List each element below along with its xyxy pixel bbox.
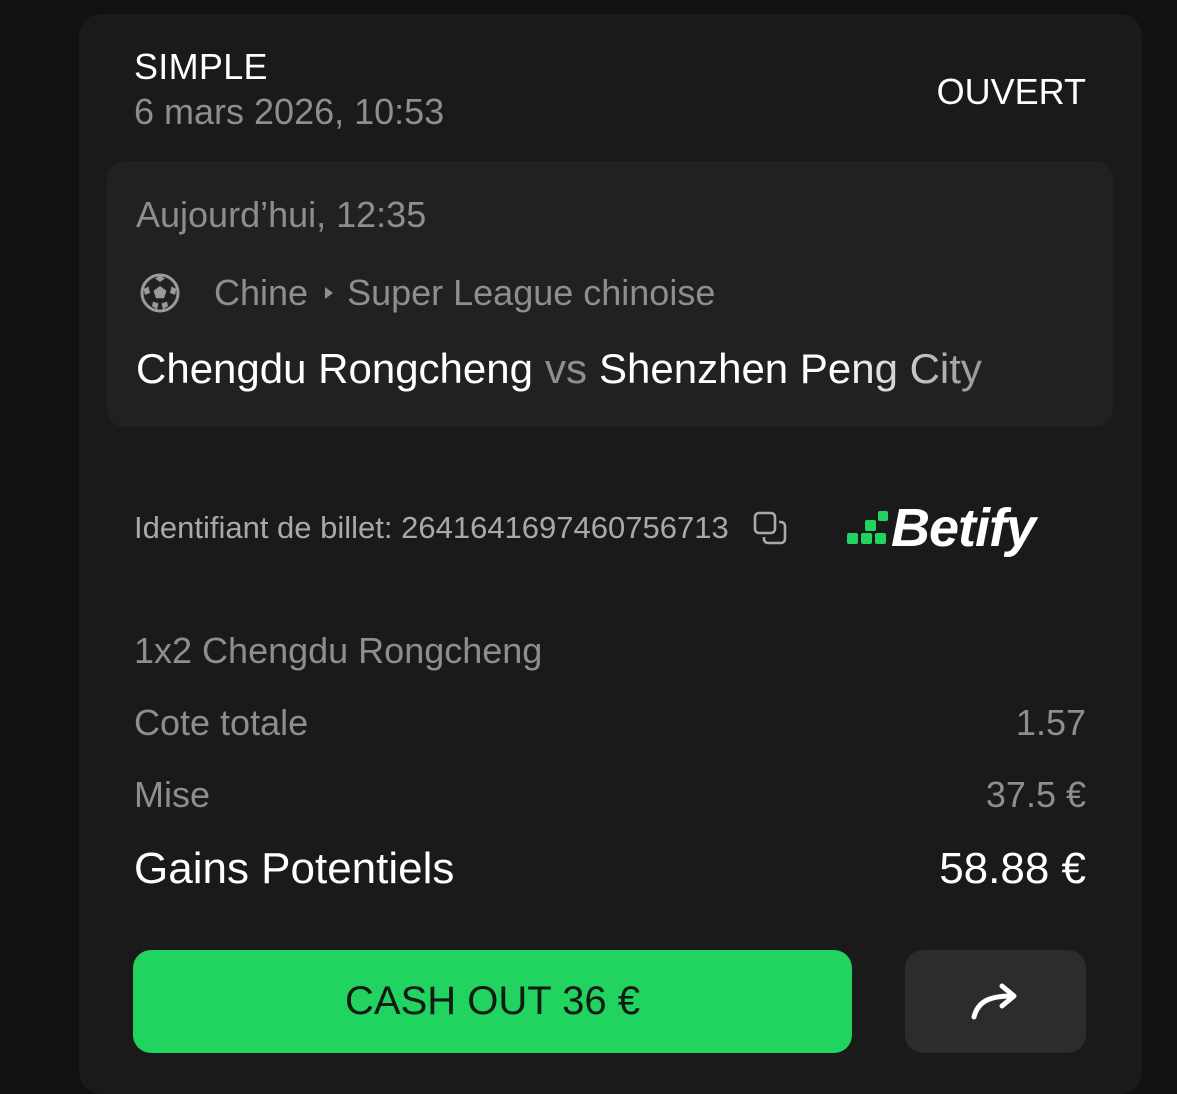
ticket-id-row: Identifiant de billet: 26416416974607567… <box>134 506 789 550</box>
league-country: Chine <box>214 272 309 313</box>
away-team: Shenzhen Peng City <box>599 345 982 392</box>
event-time: Aujourd’hui, 12:35 <box>136 194 427 235</box>
betify-logo-text: Betify <box>891 498 1036 558</box>
league-breadcrumb: Chine Super League chinoise <box>139 271 715 315</box>
match-title: Chengdu Rongcheng vs Shenzhen Peng City <box>136 345 1036 393</box>
event-box[interactable]: Aujourd’hui, 12:35 Chine Super League ch… <box>107 161 1113 427</box>
ticket-id: Identifiant de billet: 26416416974607567… <box>134 510 729 545</box>
stake-row: Mise 37.5 € <box>134 774 1086 816</box>
total-odds-label: Cote totale <box>134 702 309 743</box>
betify-logo-mark-icon <box>847 511 888 544</box>
bet-type: SIMPLE <box>134 46 268 87</box>
bet-status: OUVERT <box>936 71 1086 112</box>
selection-label: 1x2 Chengdu Rongcheng <box>134 630 543 671</box>
total-odds-row: Cote totale 1.57 <box>134 702 1086 744</box>
league-name: Super League chinoise <box>347 272 716 313</box>
share-arrow-icon <box>971 983 1016 1019</box>
stake-label: Mise <box>134 774 211 815</box>
cash-out-button[interactable]: CASH OUT 36 € <box>133 950 852 1053</box>
potential-gains-value: 58.88 € <box>939 844 1086 893</box>
betify-logo: Betify <box>845 498 1036 558</box>
bet-datetime: 6 mars 2026, 10:53 <box>134 91 445 132</box>
bet-card: SIMPLE 6 mars 2026, 10:53 OUVERT Aujourd… <box>79 14 1142 1094</box>
potential-gains-row: Gains Potentiels 58.88 € <box>134 844 1086 894</box>
home-team: Chengdu Rongcheng <box>136 345 533 392</box>
stake-value: 37.5 € <box>985 774 1086 815</box>
potential-gains-label: Gains Potentiels <box>134 844 455 893</box>
copy-icon[interactable] <box>751 509 789 547</box>
share-button[interactable] <box>905 950 1086 1053</box>
total-odds-value: 1.57 <box>1015 702 1086 743</box>
soccer-ball-icon <box>140 273 180 313</box>
chevron-right-icon <box>325 287 334 299</box>
vs-label: vs <box>545 345 587 392</box>
